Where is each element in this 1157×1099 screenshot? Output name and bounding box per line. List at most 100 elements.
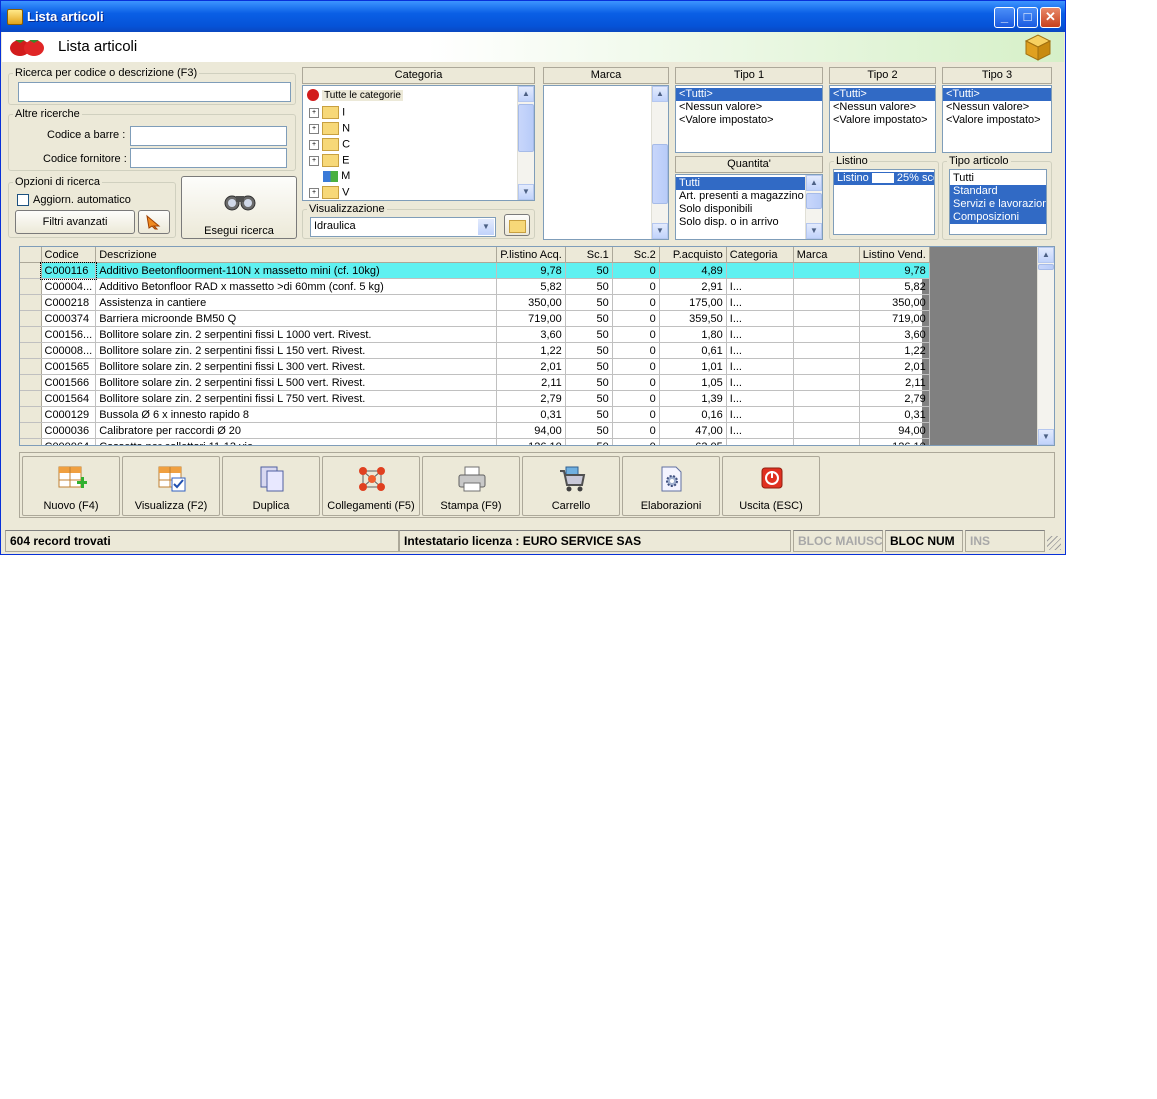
tree-node[interactable]: + C: [309, 138, 350, 151]
articles-grid[interactable]: Codice Descrizione P.listino Acq. Sc.1 S…: [19, 246, 1055, 446]
processing-button[interactable]: Elaborazioni: [622, 456, 720, 516]
scroll-down-icon[interactable]: ▼: [652, 223, 668, 239]
brand-scrollbar[interactable]: ▲ ▼: [651, 86, 668, 239]
list-item[interactable]: Standard: [950, 185, 1046, 198]
list-item[interactable]: <Tutti>: [676, 88, 822, 101]
list-item[interactable]: <Tutti>: [943, 88, 1051, 101]
auto-update-checkbox[interactable]: [17, 194, 29, 206]
list-item[interactable]: <Nessun valore>: [943, 101, 1051, 114]
tree-node[interactable]: M: [323, 170, 350, 182]
resize-grip-icon[interactable]: [1047, 536, 1061, 550]
list-item[interactable]: <Tutti>: [830, 88, 935, 101]
list-item[interactable]: Tutti: [950, 172, 1046, 185]
row-selector[interactable]: [20, 390, 42, 407]
view-select[interactable]: Idraulica ▼: [310, 217, 496, 237]
row-selector[interactable]: [20, 262, 42, 279]
article-type-list[interactable]: Tutti Standard Servizi e lavorazioni Com…: [949, 169, 1047, 235]
list-item[interactable]: Listino 25% sco: [834, 172, 934, 185]
list-item[interactable]: Art. presenti a magazzino: [676, 190, 822, 203]
table-row[interactable]: C001564 Bollitore solare zin. 2 serpentin…: [20, 390, 930, 407]
new-button[interactable]: Nuovo (F4): [22, 456, 120, 516]
supplier-code-input[interactable]: [130, 148, 287, 168]
tree-node[interactable]: + E: [309, 154, 349, 167]
table-row[interactable]: C00004... Additivo Betonfloor RAD x masse…: [20, 278, 930, 295]
title-bar[interactable]: Lista articoli _ □ ✕: [1, 1, 1065, 32]
list-item[interactable]: Tutti: [676, 177, 806, 190]
table-row[interactable]: C000218 Assistenza in cantiere 350,00 50 0 17…: [20, 294, 930, 311]
list-item[interactable]: <Nessun valore>: [676, 101, 822, 114]
table-row[interactable]: C00156... Bollitore solare zin. 2 serpent…: [20, 326, 930, 343]
column-header[interactable]: P.listino Acq.: [496, 247, 566, 263]
column-header[interactable]: Sc.1: [565, 247, 613, 263]
row-selector[interactable]: [20, 310, 42, 327]
scroll-up-icon[interactable]: ▲: [806, 175, 822, 191]
table-row[interactable]: C000129 Bussola Ø 6 x innesto rapido 8 0,3…: [20, 406, 930, 423]
minimize-button[interactable]: _: [994, 7, 1015, 28]
maximize-button[interactable]: □: [1017, 7, 1038, 28]
type2-list[interactable]: <Tutti> <Nessun valore> <Valore impostat…: [829, 85, 936, 153]
scroll-up-icon[interactable]: ▲: [518, 86, 534, 102]
row-selector[interactable]: [20, 374, 42, 391]
list-item[interactable]: Solo disponibili: [676, 203, 822, 216]
scroll-thumb[interactable]: [1038, 264, 1054, 270]
table-row[interactable]: C000116 Additivo Beetonfloorment-110N x m…: [20, 261, 930, 280]
view-button[interactable]: Visualizza (F2): [122, 456, 220, 516]
scroll-thumb[interactable]: [806, 193, 822, 209]
type3-list[interactable]: <Tutti> <Nessun valore> <Valore impostat…: [942, 85, 1052, 153]
column-header[interactable]: Marca: [793, 247, 860, 263]
tree-root[interactable]: Tutte le categorie: [307, 89, 403, 102]
column-header[interactable]: P.acquisto: [659, 247, 727, 263]
row-selector[interactable]: [20, 358, 42, 375]
scroll-up-icon[interactable]: ▲: [652, 86, 668, 102]
quantity-scrollbar[interactable]: ▲ ▼: [805, 175, 822, 239]
price-list-list[interactable]: Listino 25% sco: [833, 169, 935, 235]
scroll-down-icon[interactable]: ▼: [1038, 429, 1054, 445]
column-header[interactable]: Codice: [41, 247, 97, 263]
list-item[interactable]: Servizi e lavorazioni: [950, 198, 1046, 211]
column-header[interactable]: Categoria: [726, 247, 794, 263]
scroll-down-icon[interactable]: ▼: [806, 223, 822, 239]
chevron-down-icon[interactable]: ▼: [478, 219, 494, 235]
links-button[interactable]: Collegamenti (F5): [322, 456, 420, 516]
row-selector[interactable]: [20, 342, 42, 359]
tree-node[interactable]: + V: [309, 186, 349, 199]
row-selector[interactable]: [20, 422, 42, 439]
print-button[interactable]: Stampa (F9): [422, 456, 520, 516]
tree-node[interactable]: + N: [309, 122, 350, 135]
row-selector[interactable]: [20, 294, 42, 311]
list-item[interactable]: <Valore impostato>: [943, 114, 1051, 127]
table-row[interactable]: C000374 Barriera microonde BM50 Q 719,00 50…: [20, 310, 930, 327]
row-selector[interactable]: [20, 326, 42, 343]
list-item[interactable]: <Valore impostato>: [676, 114, 822, 127]
list-item[interactable]: Solo disp. o in arrivo: [676, 216, 822, 229]
table-row[interactable]: C000036 Calibratore per raccordi Ø 20 94,0…: [20, 422, 930, 439]
scroll-up-icon[interactable]: ▲: [1038, 247, 1054, 263]
advanced-filters-button[interactable]: Filtri avanzati: [15, 210, 135, 234]
open-folder-button[interactable]: [504, 214, 530, 236]
list-item[interactable]: Composizioni: [950, 211, 1046, 224]
scroll-thumb[interactable]: [518, 104, 534, 152]
column-header[interactable]: Sc.2: [612, 247, 660, 263]
duplicate-button[interactable]: Duplica: [222, 456, 320, 516]
table-row[interactable]: C000064Cassetta per collettori 11-13 vie…: [20, 438, 930, 445]
scroll-down-icon[interactable]: ▼: [518, 184, 534, 200]
column-header[interactable]: Descrizione: [95, 247, 498, 263]
search-input[interactable]: [18, 82, 291, 102]
list-item[interactable]: <Nessun valore>: [830, 101, 935, 114]
category-tree[interactable]: Tutte le categorie + I + N + C + E M + V…: [302, 85, 535, 201]
exit-button[interactable]: Uscita (ESC): [722, 456, 820, 516]
grid-scrollbar[interactable]: ▲ ▼: [1037, 247, 1054, 445]
table-row[interactable]: C00008... Bollitore solare zin. 2 serpent…: [20, 342, 930, 359]
scroll-thumb[interactable]: [652, 144, 668, 204]
cart-button[interactable]: Carrello: [522, 456, 620, 516]
barcode-input[interactable]: [130, 126, 287, 146]
row-selector[interactable]: [20, 406, 42, 423]
quantity-list[interactable]: Tutti Art. presenti a magazzino Solo dis…: [675, 174, 823, 240]
list-item[interactable]: <Valore impostato>: [830, 114, 935, 127]
brand-list[interactable]: ▲ ▼: [543, 85, 669, 240]
search-button[interactable]: Esegui ricerca: [181, 176, 297, 239]
tree-node[interactable]: + I: [309, 106, 345, 119]
table-row[interactable]: C001566 Bollitore solare zin. 2 serpentin…: [20, 374, 930, 391]
row-selector[interactable]: [20, 278, 42, 295]
type1-list[interactable]: <Tutti> <Nessun valore> <Valore impostat…: [675, 85, 823, 153]
